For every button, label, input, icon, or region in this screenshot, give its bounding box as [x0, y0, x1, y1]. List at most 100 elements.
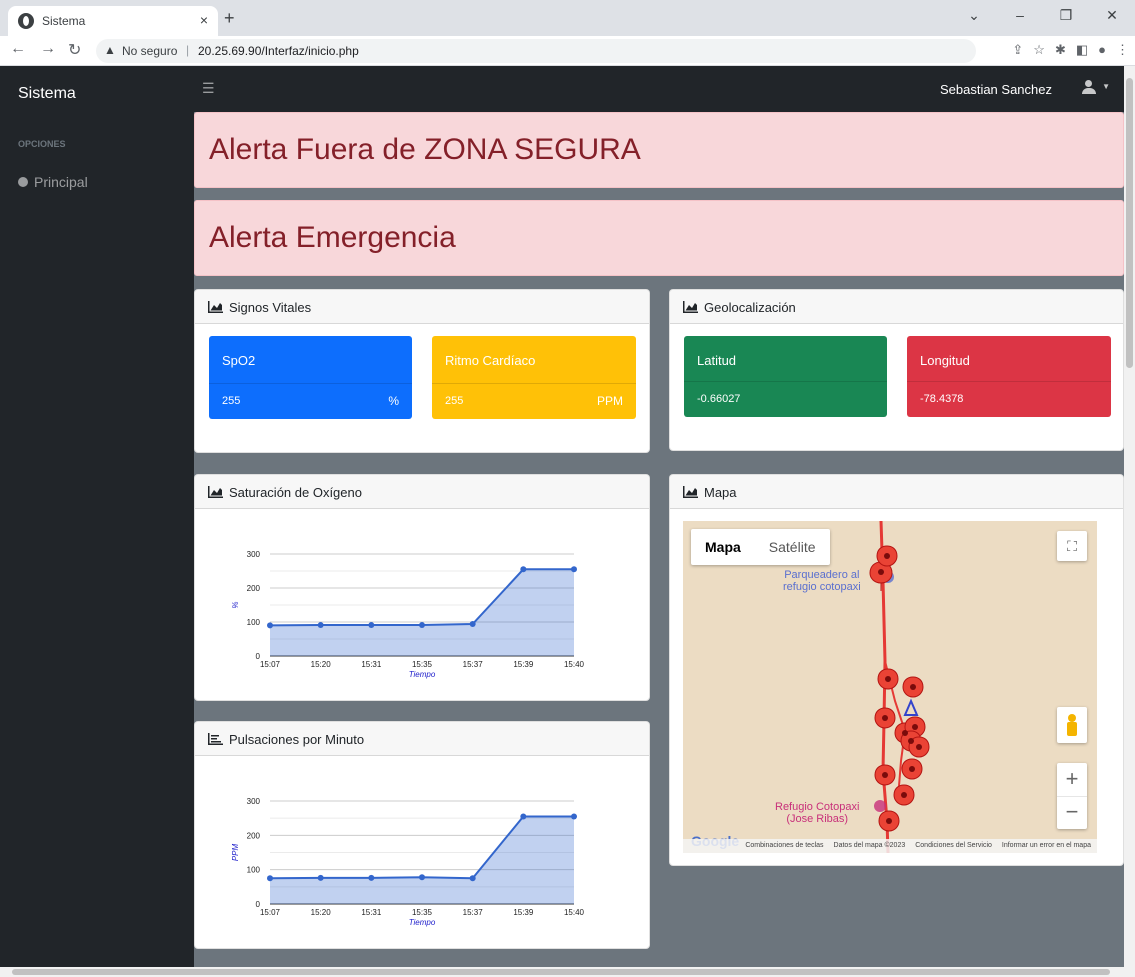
x-axis-title: Tiempo: [409, 918, 436, 927]
x-tick-label: 15:40: [564, 660, 585, 669]
card-header: Geolocalización: [670, 290, 1123, 324]
area-chart-icon: [683, 486, 698, 498]
x-tick-label: 15:40: [564, 908, 585, 917]
card-header: Mapa: [670, 475, 1123, 509]
minimize-icon[interactable]: –: [997, 0, 1043, 36]
tab-close-icon[interactable]: ×: [200, 12, 208, 28]
menu-dots-icon[interactable]: ⋮: [1116, 42, 1129, 58]
restore-icon[interactable]: ❐: [1043, 0, 1089, 36]
tab-search-icon[interactable]: ⌄: [951, 0, 997, 36]
map-type-satellite-button[interactable]: Satélite: [755, 529, 830, 565]
pegman-icon[interactable]: [1057, 707, 1087, 743]
data-point: [419, 622, 425, 629]
card-title: Mapa: [704, 485, 737, 500]
latitude-tile: Latitud -0.66027: [684, 336, 887, 417]
geolocation-card: Geolocalización Latitud -0.66027 Longitu…: [669, 289, 1124, 451]
horizontal-scrollbar[interactable]: [0, 967, 1135, 977]
spo2-chart: 010020030015:07 15:20 15:31 15:35 15:37 15:39…: [231, 550, 585, 679]
security-label[interactable]: No seguro: [122, 44, 177, 58]
x-tick-label: 15:37: [463, 908, 484, 917]
tile-value: -0.66027: [697, 393, 741, 405]
browser-tab[interactable]: Sistema ×: [8, 6, 218, 36]
tile-label: Longitud: [920, 353, 970, 368]
close-window-icon[interactable]: ✕: [1089, 0, 1135, 36]
separator: |: [186, 43, 190, 57]
alert-safe-zone: Alerta Fuera de ZONA SEGURA: [194, 112, 1124, 188]
bookmark-star-icon[interactable]: ☆: [1033, 42, 1045, 58]
x-axis-title: Tiempo: [409, 670, 436, 679]
heart-rate-tile: Ritmo Cardíaco 255 PPM: [432, 336, 636, 419]
back-arrow-icon[interactable]: ←: [10, 40, 26, 58]
x-tick-label: 15:35: [412, 908, 433, 917]
reload-icon[interactable]: ↻: [68, 40, 81, 60]
tile-label: Ritmo Cardíaco: [445, 353, 536, 368]
data-point: [520, 813, 527, 820]
x-tick-label: 15:31: [361, 908, 382, 917]
url-text[interactable]: 20.25.69.90/Interfaz/inicio.php: [198, 44, 359, 58]
menu-toggle-icon[interactable]: ☰: [202, 80, 215, 97]
card-header: Signos Vitales: [195, 290, 649, 324]
pulse-chart: 010020030015:07 15:20 15:31 15:35 15:37 15:39…: [231, 797, 585, 927]
data-point: [571, 566, 577, 573]
poi-parqueadero[interactable]: Parqueadero al refugio cotopaxi: [783, 569, 861, 593]
sidebar: Sistema OPCIONES Principal: [0, 66, 194, 977]
data-point: [317, 622, 324, 629]
poi-refugio[interactable]: Refugio Cotopaxi (Jose Ribas): [775, 801, 859, 825]
brand-title[interactable]: Sistema: [18, 85, 76, 103]
x-tick-label: 15:07: [260, 660, 281, 669]
attribution-keyboard-shortcuts[interactable]: Combinaciones de teclas: [745, 839, 823, 853]
tile-unit: PPM: [596, 394, 623, 408]
sidebar-item-principal[interactable]: Principal: [18, 174, 88, 190]
user-name: Sebastian Sanchez: [939, 82, 1052, 97]
map-view[interactable]: Mapa Satélite ⛶ + − Parqueadero al refug…: [683, 521, 1097, 853]
fullscreen-icon[interactable]: ⛶: [1057, 531, 1087, 561]
card-header: Pulsaciones por Minuto: [195, 722, 649, 756]
area-chart-icon: [208, 301, 223, 313]
area-chart-icon: [683, 301, 698, 313]
address-bar: ← → ↻ ▲ No seguro | 20.25.69.90/Interfaz…: [0, 36, 1135, 66]
vitals-card: Signos Vitales SpO2 255 % Ritmo Cardíaco…: [194, 289, 650, 453]
alert-text: Alerta Fuera de ZONA SEGURA: [209, 133, 641, 166]
card-header: Saturación de Oxígeno: [195, 475, 649, 509]
attribution-terms[interactable]: Condiciones del Servicio: [915, 839, 992, 853]
tile-label: Latitud: [697, 353, 737, 368]
dashboard-icon: [18, 177, 28, 187]
x-tick-label: 15:20: [311, 660, 332, 669]
share-icon[interactable]: ⇪: [1012, 42, 1023, 58]
data-point: [317, 874, 324, 881]
y-tick-label: 200: [247, 831, 261, 840]
tile-unit: %: [388, 394, 399, 408]
y-axis-title: %: [231, 601, 240, 608]
alert-text: Alerta Emergencia: [209, 221, 456, 254]
data-point: [419, 874, 425, 881]
tile-value: 255: [222, 395, 241, 407]
x-tick-label: 15:39: [513, 660, 534, 669]
attribution-report-error[interactable]: Informar un error en el mapa: [1002, 839, 1091, 853]
card-title: Pulsaciones por Minuto: [229, 732, 365, 747]
card-title: Saturación de Oxígeno: [229, 485, 362, 500]
url-field[interactable]: ▲ No seguro | 20.25.69.90/Interfaz/inici…: [96, 39, 976, 63]
data-point: [571, 813, 577, 820]
forward-arrow-icon[interactable]: →: [40, 40, 56, 58]
y-tick-label: 200: [247, 584, 261, 593]
series-area: [270, 569, 574, 656]
x-tick-label: 15:31: [361, 660, 382, 669]
side-panel-icon[interactable]: ◧: [1076, 42, 1088, 58]
tile-value: 255: [445, 395, 464, 407]
user-icon[interactable]: [1082, 80, 1096, 94]
x-tick-label: 15:07: [260, 908, 281, 917]
caret-down-icon[interactable]: ▼: [1102, 82, 1110, 91]
browser-tab-bar: Sistema × + ⌄ – ❐ ✕: [0, 0, 1135, 36]
sidebar-heading: OPCIONES: [18, 139, 66, 149]
vertical-scrollbar[interactable]: [1124, 66, 1135, 967]
new-tab-button[interactable]: +: [224, 9, 235, 27]
attribution-map-data: Datos del mapa ©2023: [833, 842, 906, 849]
profile-avatar-icon[interactable]: ●: [1098, 42, 1106, 58]
extensions-icon[interactable]: ✱: [1055, 42, 1066, 58]
zoom-out-button[interactable]: −: [1057, 796, 1087, 829]
x-tick-label: 15:35: [412, 660, 433, 669]
map-attribution: Combinaciones de teclas Datos del mapa ©…: [683, 839, 1097, 853]
data-point: [368, 622, 375, 629]
zoom-in-button[interactable]: +: [1057, 763, 1087, 796]
map-type-map-button[interactable]: Mapa: [691, 529, 755, 565]
